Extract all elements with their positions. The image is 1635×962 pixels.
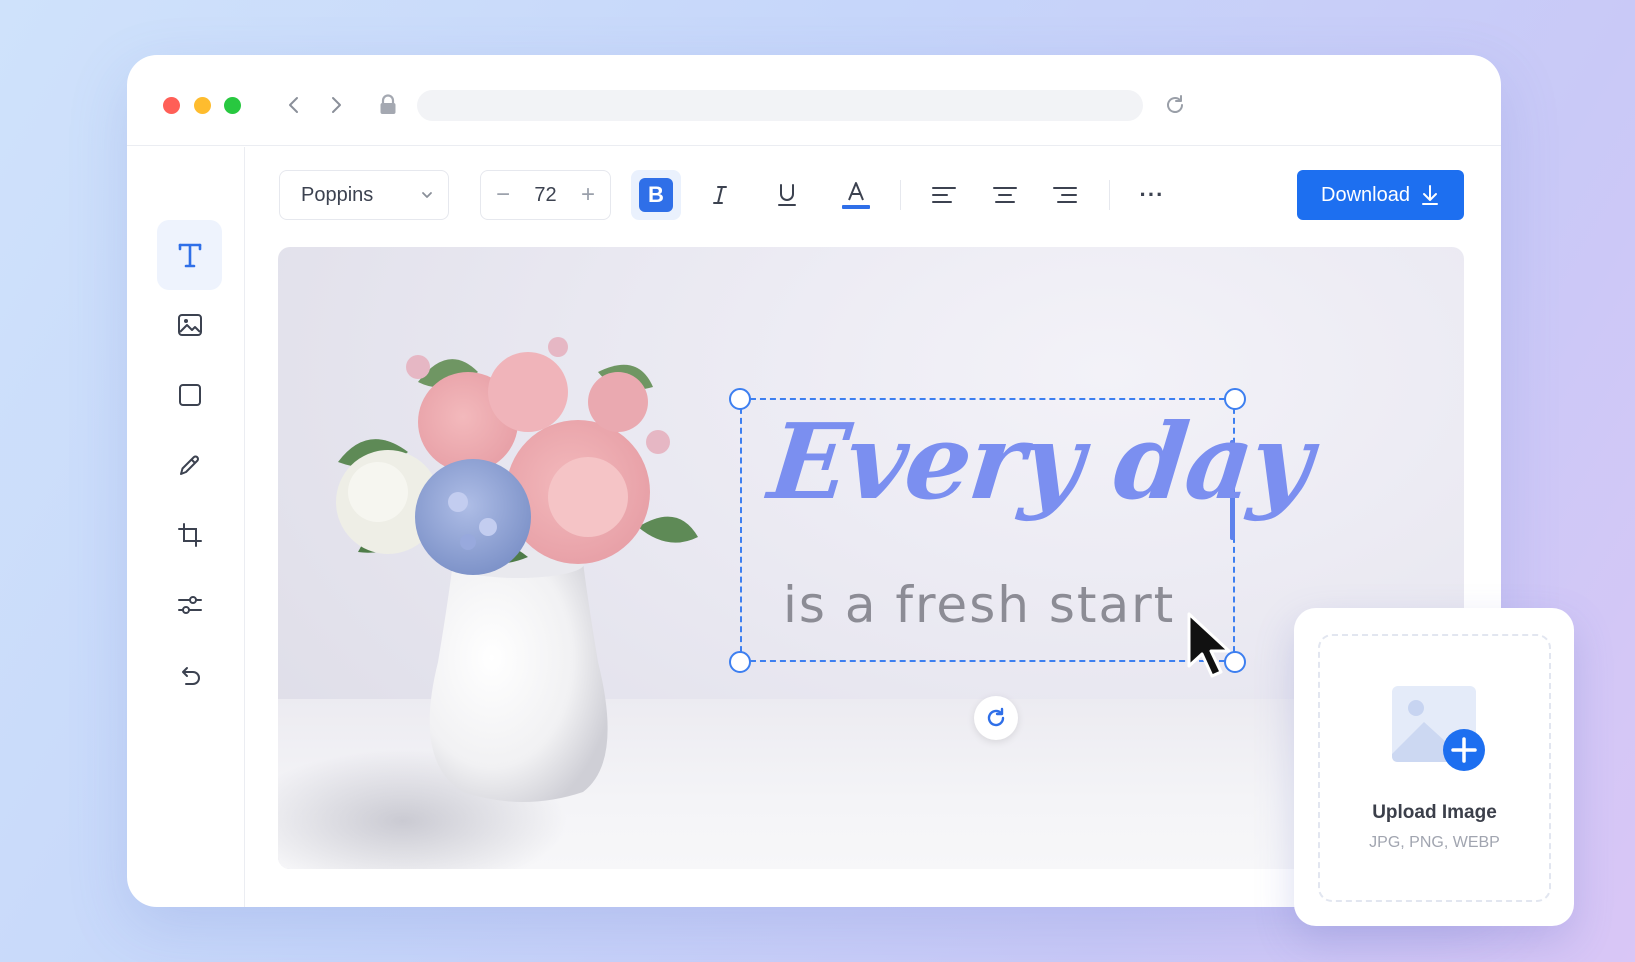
design-canvas[interactable]: [278, 247, 1464, 869]
align-right-icon: [1053, 187, 1077, 203]
decrease-size-button[interactable]: −: [493, 181, 513, 209]
sidebar-item-adjust[interactable]: [157, 570, 222, 640]
title-bar: [127, 55, 1501, 146]
pencil-icon: [179, 455, 199, 475]
undo-icon: [181, 667, 200, 685]
download-icon: [1421, 185, 1438, 205]
image-icon: [177, 314, 202, 336]
text-icon: [178, 243, 201, 268]
underline-icon: [778, 184, 796, 206]
bold-label: B: [639, 178, 673, 212]
align-left-icon: [932, 187, 956, 203]
maximize-window-button[interactable]: [224, 97, 241, 114]
sidebar-item-draw[interactable]: [157, 430, 222, 500]
sidebar-item-text[interactable]: [157, 220, 222, 290]
font-family-value: Poppins: [301, 183, 374, 206]
reload-icon[interactable]: [1163, 93, 1187, 117]
mouse-cursor-icon: [1187, 612, 1231, 678]
font-size-value[interactable]: 72: [534, 184, 556, 207]
bold-button[interactable]: B: [631, 170, 681, 220]
crop-icon: [177, 523, 202, 547]
upload-card[interactable]: Upload Image JPG, PNG, WEBP: [1294, 608, 1574, 926]
align-left-button[interactable]: [919, 170, 969, 220]
font-family-select[interactable]: Poppins: [279, 170, 449, 220]
address-bar[interactable]: [417, 90, 1143, 121]
upload-title: Upload Image: [1372, 802, 1497, 823]
download-label: Download: [1321, 183, 1410, 206]
align-center-button[interactable]: [980, 170, 1030, 220]
italic-icon: [713, 186, 727, 204]
toolbar-divider: [1109, 180, 1110, 210]
minimize-window-button[interactable]: [194, 97, 211, 114]
toolbar-divider: [900, 180, 901, 210]
text-color-icon: [842, 182, 870, 209]
align-center-icon: [993, 187, 1017, 203]
forward-arrow-icon[interactable]: [324, 93, 348, 117]
upload-dropzone[interactable]: Upload Image JPG, PNG, WEBP: [1318, 634, 1551, 902]
canvas-subline[interactable]: is a fresh start: [783, 576, 1175, 634]
underline-button[interactable]: [762, 170, 812, 220]
sidebar-item-image[interactable]: [157, 290, 222, 360]
square-icon: [178, 384, 201, 406]
upload-formats: JPG, PNG, WEBP: [1369, 834, 1500, 851]
sidebar-item-shape[interactable]: [157, 360, 222, 430]
tool-sidebar: [127, 147, 245, 907]
flower-vase-image: [336, 337, 698, 802]
close-window-button[interactable]: [163, 97, 180, 114]
lock-icon: [380, 94, 396, 114]
font-size-stepper[interactable]: − 72 +: [480, 170, 611, 220]
back-arrow-icon[interactable]: [282, 93, 306, 117]
rotate-handle[interactable]: [974, 696, 1018, 740]
image-upload-icon: [1392, 686, 1485, 771]
rotate-icon: [987, 707, 1005, 727]
chevron-down-icon: [422, 192, 432, 198]
sliders-icon: [177, 596, 202, 614]
sidebar-item-crop[interactable]: [157, 500, 222, 570]
sidebar-item-undo[interactable]: [157, 640, 222, 710]
download-button[interactable]: Download: [1297, 170, 1464, 220]
more-options-button[interactable]: ···: [1127, 170, 1177, 220]
canvas-headline[interactable]: Every day: [764, 400, 1317, 523]
italic-button[interactable]: [695, 170, 745, 220]
resize-handle-top-left[interactable]: [729, 388, 751, 410]
increase-size-button[interactable]: +: [578, 181, 598, 209]
resize-handle-bottom-left[interactable]: [729, 651, 751, 673]
align-right-button[interactable]: [1040, 170, 1090, 220]
text-color-button[interactable]: [831, 170, 881, 220]
